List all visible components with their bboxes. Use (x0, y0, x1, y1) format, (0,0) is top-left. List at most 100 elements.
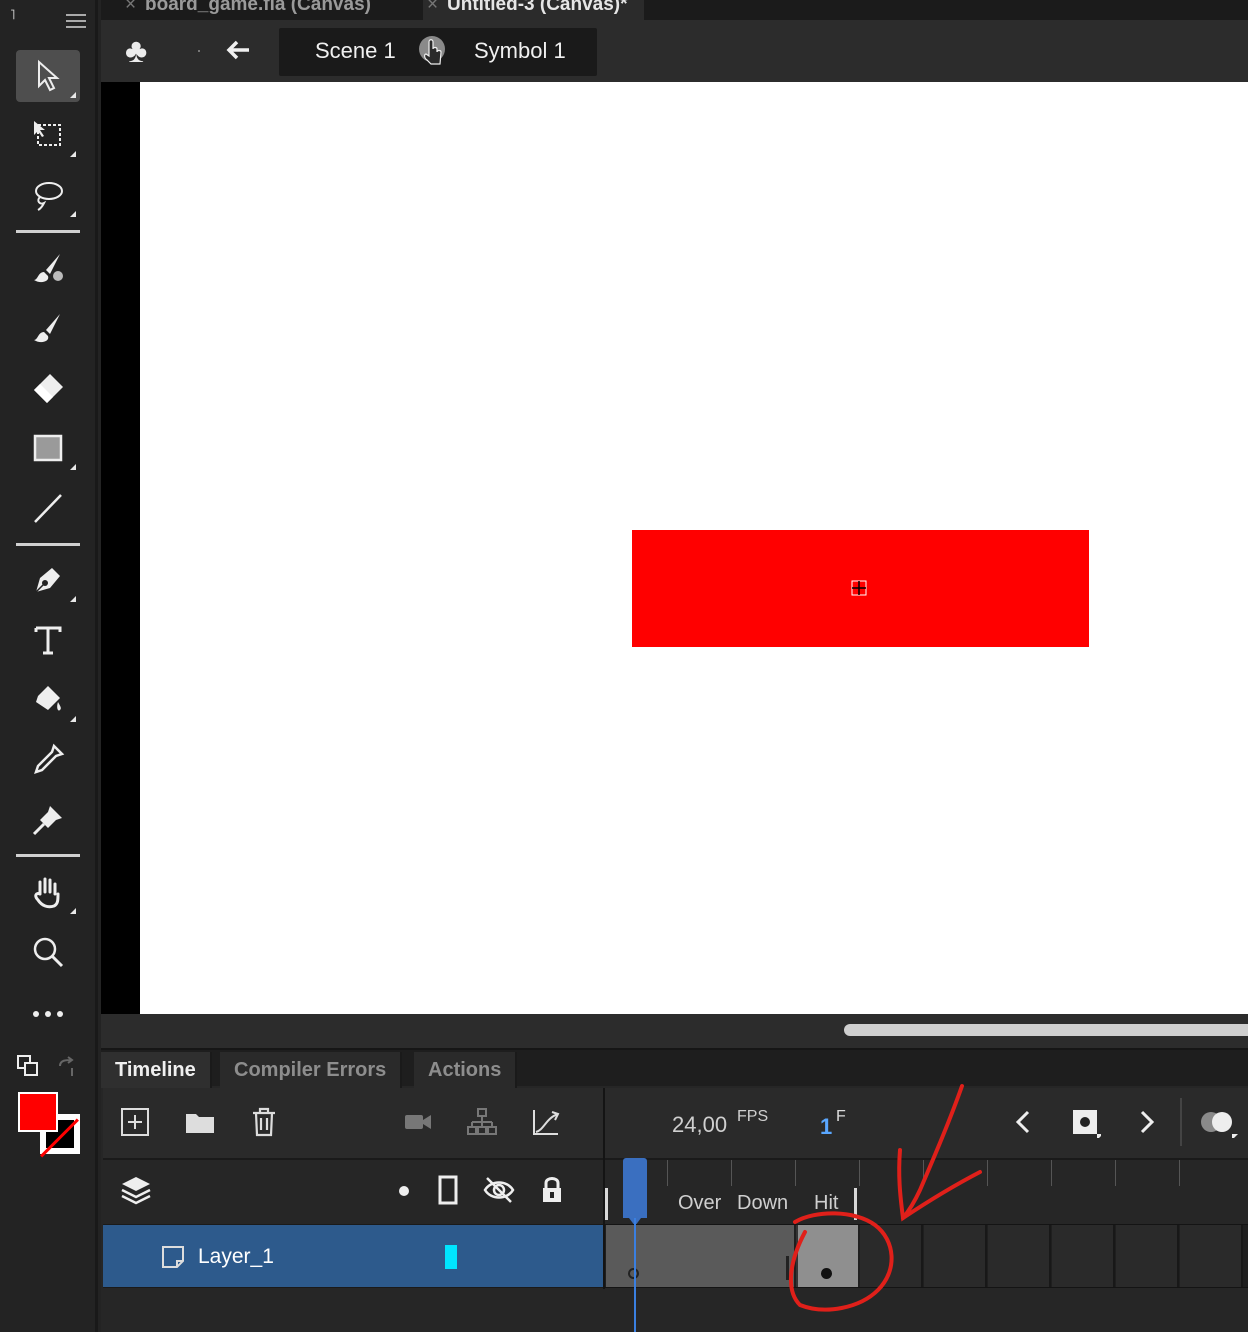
hand-icon (34, 877, 60, 909)
frame-cell[interactable] (924, 1225, 987, 1287)
ruler-tick (731, 1160, 732, 1186)
highlight-dot-icon[interactable] (396, 1183, 412, 1199)
text-tool[interactable] (16, 614, 80, 666)
lock-icon[interactable] (536, 1174, 568, 1206)
playhead[interactable] (623, 1158, 647, 1226)
horizontal-scrollbar[interactable] (844, 1024, 1248, 1036)
doc-tab-label: board_game.fla (Canvas) (145, 0, 371, 15)
timeline-controls-left (103, 1088, 603, 1158)
fill-color-swatch[interactable] (18, 1092, 58, 1132)
paint-brush-tool[interactable] (16, 242, 80, 294)
breadcrumb-symbol[interactable]: Symbol 1 (474, 38, 566, 64)
rectangle-tool[interactable] (16, 422, 80, 474)
text-icon (34, 626, 62, 655)
transform-icon (34, 121, 61, 146)
frame-cell[interactable] (860, 1225, 923, 1287)
outline-mode-icon[interactable] (432, 1174, 464, 1206)
magnifier-icon (33, 937, 64, 968)
paint-bucket-tool[interactable] (16, 674, 80, 726)
tool-separator (16, 543, 80, 546)
panel-menu-icon[interactable] (66, 14, 86, 28)
ruler-tick (795, 1160, 796, 1186)
ruler-tick (667, 1160, 668, 1186)
eyedropper-tool[interactable] (16, 734, 80, 786)
layer-type-icon (162, 1246, 184, 1268)
line-icon (34, 494, 62, 523)
zoom-tool[interactable] (16, 926, 80, 978)
tool-separator (16, 854, 80, 857)
ruler-tick (1115, 1160, 1116, 1186)
registration-point-icon (851, 580, 867, 596)
folder-icon[interactable] (184, 1106, 216, 1138)
toolbox-header: ˥ (0, 0, 98, 36)
collapse-icon[interactable]: ˥ (10, 6, 15, 22)
frame-label-down: Down (737, 1192, 789, 1214)
range-start-marker[interactable] (605, 1188, 608, 1220)
pen-icon (35, 568, 60, 593)
pin-icon (32, 806, 62, 836)
hide-layer-icon[interactable] (483, 1174, 515, 1206)
arrow-icon (38, 59, 60, 92)
onion-skin-icon[interactable] (1198, 1106, 1238, 1138)
ruler-tick (923, 1160, 924, 1186)
brush-tool[interactable] (16, 302, 80, 354)
layer-parenting-icon[interactable] (466, 1106, 498, 1138)
new-layer-icon[interactable] (119, 1106, 151, 1138)
layer-color-tag[interactable] (445, 1245, 457, 1269)
layer-row[interactable]: Layer_1 (103, 1224, 603, 1288)
line-tool[interactable] (16, 482, 80, 534)
eyedropper-icon (34, 743, 65, 774)
layer-name[interactable]: Layer_1 (198, 1245, 274, 1269)
tab-timeline[interactable]: Timeline (101, 1052, 212, 1088)
tab-compiler-errors[interactable]: Compiler Errors (220, 1052, 403, 1088)
rectangle-icon (33, 434, 63, 462)
ruler-tick (859, 1160, 860, 1186)
doc-tab-untitled-3[interactable]: × Untitled-3 (Canvas)* (423, 0, 644, 20)
layer-header-row (103, 1158, 603, 1222)
swap-colors-icon[interactable] (56, 1056, 78, 1078)
camera-icon[interactable] (402, 1106, 434, 1138)
frame-cell[interactable] (1116, 1225, 1179, 1287)
ruler-tick (1179, 1160, 1180, 1186)
graph-icon[interactable] (530, 1106, 562, 1138)
frame-cell[interactable] (1052, 1225, 1115, 1287)
selection-tool[interactable] (16, 50, 80, 102)
chevron-right-icon[interactable] (1130, 1106, 1162, 1138)
free-transform-tool[interactable] (16, 109, 80, 161)
hand-tool[interactable] (16, 866, 80, 918)
ruler-tick (1051, 1160, 1052, 1186)
back-arrow-icon[interactable] (225, 36, 253, 64)
lasso-tool[interactable] (16, 169, 80, 221)
frame-cell[interactable] (1180, 1225, 1243, 1287)
keyframe-marker (821, 1268, 832, 1279)
timeline-empty-area (103, 1289, 1248, 1332)
ruler-tick (987, 1160, 988, 1186)
insert-keyframe-icon[interactable] (1069, 1106, 1101, 1138)
separator-dot (198, 50, 200, 52)
range-end-marker[interactable] (854, 1188, 857, 1220)
tab-actions[interactable]: Actions (414, 1052, 518, 1088)
paint-bucket-icon (36, 686, 61, 711)
doc-tab-board-game[interactable]: × board_game.fla (Canvas) (121, 0, 387, 20)
chevron-left-icon[interactable] (1008, 1106, 1040, 1138)
trash-icon[interactable] (248, 1106, 280, 1138)
ellipsis-icon (33, 1011, 63, 1017)
tool-separator (16, 230, 80, 233)
club-icon[interactable]: ♣ (125, 34, 147, 68)
more-tools-button[interactable] (16, 988, 80, 1040)
fps-value[interactable]: 24,00 (672, 1112, 727, 1138)
default-colors-icon[interactable] (16, 1054, 40, 1078)
close-icon[interactable]: × (427, 0, 438, 20)
playhead-line (634, 1218, 636, 1332)
pin-tool[interactable] (16, 794, 80, 846)
frame-cell[interactable] (988, 1225, 1051, 1287)
edit-bar: ♣ Scene 1 Symbol 1 (101, 20, 1248, 82)
layers-icon[interactable] (120, 1174, 152, 1206)
breadcrumb-scene[interactable]: Scene 1 (315, 38, 396, 64)
close-icon[interactable]: × (125, 0, 136, 20)
eraser-icon (34, 374, 63, 403)
current-frame-value[interactable]: 1 (820, 1114, 832, 1140)
eraser-tool[interactable] (16, 362, 80, 414)
span-end-marker (786, 1256, 789, 1280)
pen-tool[interactable] (16, 554, 80, 606)
